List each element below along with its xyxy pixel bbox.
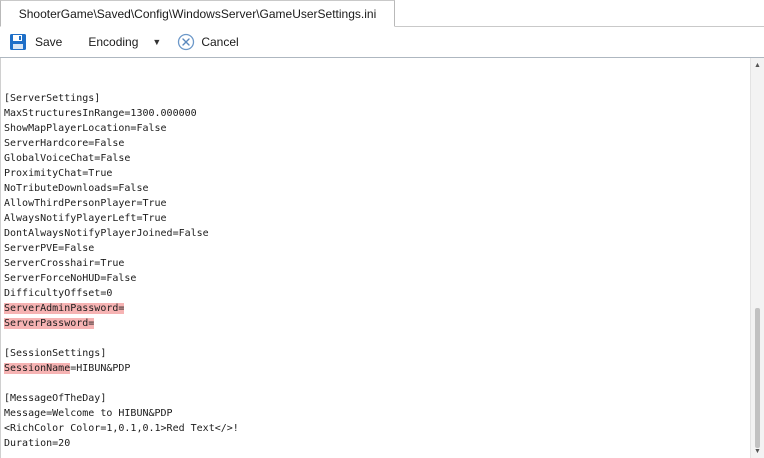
editor-line: Duration=20 — [4, 436, 749, 451]
editor-line: <RichColor Color=1,0.1,0.1>Red Text</>! — [4, 421, 749, 436]
encoding-dropdown[interactable]: Encoding ▼ — [84, 29, 165, 55]
tab-file-label: ShooterGame\Saved\Config\WindowsServer\G… — [18, 6, 377, 21]
scrollbar-thumb[interactable] — [755, 308, 760, 448]
editor-line: ServerPassword= — [4, 316, 749, 331]
line-text: ServerHardcore=False — [4, 138, 125, 149]
scroll-down-icon[interactable]: ▼ — [751, 444, 764, 458]
line-text: GlobalVoiceChat=False — [4, 153, 131, 164]
editor-line: SessionName=HIBUN&PDP — [4, 361, 749, 376]
line-text: AlwaysNotifyPlayerLeft=True — [4, 213, 167, 224]
editor-line: ServerHardcore=False — [4, 136, 749, 151]
line-text: ServerForceNoHUD=False — [4, 273, 137, 284]
highlighted-text: ServerAdminPassword= — [4, 303, 125, 314]
highlighted-text: ServerPassword= — [4, 318, 95, 329]
vertical-scrollbar[interactable]: ▲ ▼ — [750, 58, 764, 458]
toolbar: Save Encoding ▼ Cancel — [0, 27, 764, 58]
cancel-button-label: Cancel — [201, 35, 239, 49]
editor-content[interactable]: [ServerSettings] MaxStructuresInRange=130… — [4, 76, 749, 451]
line-text: NoTributeDownloads=False — [4, 183, 149, 194]
editor-line: MaxStructuresInRange=1300.000000 — [4, 106, 749, 121]
scroll-up-icon[interactable]: ▲ — [751, 58, 764, 72]
line-text: AllowThirdPersonPlayer=True — [4, 198, 167, 209]
line-text: Duration=20 — [4, 438, 71, 449]
editor-line: ServerAdminPassword= — [4, 301, 749, 316]
line-text: ShowMapPlayerLocation=False — [4, 123, 167, 134]
editor-line: NoTributeDownloads=False — [4, 181, 749, 196]
line-text: <RichColor Color=1,0.1,0.1>Red Text</>! — [4, 423, 239, 434]
editor-line: Message=Welcome to HIBUN&PDP — [4, 406, 749, 421]
line-text: DifficultyOffset=0 — [4, 288, 113, 299]
line-text: Message=Welcome to HIBUN&PDP — [4, 408, 173, 419]
line-text: MaxStructuresInRange=1300.000000 — [4, 108, 197, 119]
editor-line: AlwaysNotifyPlayerLeft=True — [4, 211, 749, 226]
line-text: =HIBUN&PDP — [70, 363, 131, 374]
editor-line: ServerPVE=False — [4, 241, 749, 256]
tab-file[interactable]: ShooterGame\Saved\Config\WindowsServer\G… — [0, 0, 395, 27]
line-text: [ServerSettings] — [4, 93, 101, 104]
cancel-button[interactable]: Cancel — [173, 29, 242, 55]
save-button-label: Save — [35, 35, 63, 49]
floppy-disk-icon — [10, 34, 26, 50]
editor-line: AllowThirdPersonPlayer=True — [4, 196, 749, 211]
text-editor[interactable]: [ServerSettings] MaxStructuresInRange=130… — [0, 58, 764, 458]
highlighted-text: SessionName — [4, 363, 71, 374]
editor-line: GlobalVoiceChat=False — [4, 151, 749, 166]
editor-line: DifficultyOffset=0 — [4, 286, 749, 301]
editor-line: ServerForceNoHUD=False — [4, 271, 749, 286]
editor-line: ServerCrosshair=True — [4, 256, 749, 271]
line-text: ServerCrosshair=True — [4, 258, 125, 269]
editor-line: ProximityChat=True — [4, 166, 749, 181]
editor-line: DontAlwaysNotifyPlayerJoined=False — [4, 226, 749, 241]
cancel-circle-icon — [178, 33, 195, 51]
dropdown-caret-icon: ▼ — [152, 37, 162, 47]
line-text: [MessageOfTheDay] — [4, 393, 107, 404]
editor-line: [SessionSettings] — [4, 346, 749, 361]
line-text: ProximityChat=True — [4, 168, 113, 179]
encoding-dropdown-label: Encoding — [88, 35, 139, 49]
line-text: ServerPVE=False — [4, 243, 95, 254]
line-text: [SessionSettings] — [4, 348, 107, 359]
editor-line: ShowMapPlayerLocation=False — [4, 121, 749, 136]
tab-strip: ShooterGame\Saved\Config\WindowsServer\G… — [0, 0, 764, 27]
save-button[interactable]: Save — [5, 29, 66, 55]
line-text: DontAlwaysNotifyPlayerJoined=False — [4, 228, 209, 239]
editor-line: [ServerSettings] — [4, 91, 749, 106]
editor-line: [MessageOfTheDay] — [4, 391, 749, 406]
